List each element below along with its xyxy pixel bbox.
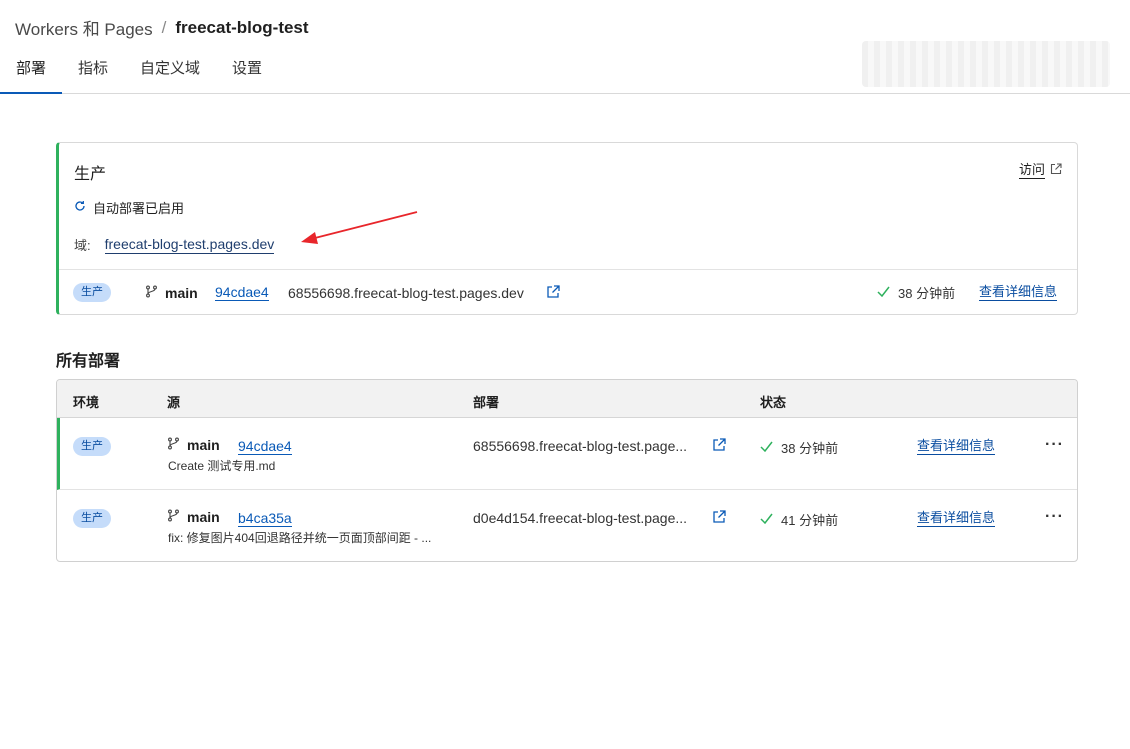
deployment-time: 38 分钟前 [781,441,839,456]
commit-message: fix: 修复图片404回退路径并统一页面顶部间距 - ... [168,531,432,545]
visit-label: 访问 [1018,162,1045,179]
header-deployment: 部署 [473,395,500,410]
deployment-status: 38 分钟前 [760,438,838,457]
auto-deploy-text: 自动部署已启用 [93,201,185,216]
tab-deployments[interactable]: 部署 [0,46,63,94]
branch-icon [167,437,180,453]
deployment-status: 38 分钟前 [877,283,955,302]
visit-link[interactable]: 访问 [1018,162,1062,179]
check-icon [877,285,890,300]
domain-label: 域: [74,238,91,253]
external-link-icon[interactable] [712,510,726,527]
deployment-url: d0e4d154.freecat-blog-test.page... [473,510,688,526]
environment-badge: 生产 [73,509,111,528]
check-icon [760,512,773,527]
branch-info: main [145,285,198,301]
breadcrumb-separator: / [161,17,167,37]
breadcrumb-parent-link[interactable]: Workers 和 Pages [15,15,153,40]
deployment-time: 41 分钟前 [781,513,839,528]
more-icon[interactable]: ··· [1045,508,1064,526]
view-details-link[interactable]: 查看详细信息 [917,438,996,455]
tab-bar: 部署 指标 自定义域 设置 [0,41,1130,94]
deployments-table: 环境 源 部署 状态 生产 main 94cdae4 Create 测试专用.m… [56,379,1078,562]
external-link-icon[interactable] [712,438,726,455]
branch-name: main [187,509,220,525]
production-title: 生产 [74,166,107,183]
arrow-annotation [301,211,418,244]
more-icon[interactable]: ··· [1045,436,1064,454]
environment-badge: 生产 [73,437,111,456]
blurred-region [862,41,1110,87]
branch-icon [167,509,180,525]
table-header: 环境 源 部署 状态 [57,380,1077,418]
branch-name: main [187,437,220,453]
tab-metrics[interactable]: 指标 [62,46,124,94]
environment-badge: 生产 [73,283,111,302]
deployment-url: 68556698.freecat-blog-test.pages.dev [288,284,524,301]
all-deployments-title: 所有部署 [56,353,121,370]
deployment-time: 38 分钟前 [898,286,956,301]
auto-deploy-status: 自动部署已启用 [74,198,184,217]
commit-message: Create 测试专用.md [168,459,276,473]
view-details-link[interactable]: 查看详细信息 [979,284,1058,301]
table-row: 生产 main 94cdae4 Create 测试专用.md 68556698.… [57,418,1077,490]
tab-settings[interactable]: 设置 [216,46,278,94]
branch-name: main [165,284,198,301]
breadcrumb: Workers 和 Pages / freecat-blog-test [15,15,309,40]
view-details-link[interactable]: 查看详细信息 [917,510,996,527]
external-link-icon [1050,163,1062,178]
commit-link[interactable]: b4ca35a [238,510,292,527]
external-link-icon[interactable] [546,285,560,302]
deployment-url: 68556698.freecat-blog-test.page... [473,438,688,454]
breadcrumb-current: freecat-blog-test [175,17,309,37]
branch-info: main [167,509,220,525]
production-deployment-row: 生产 main 94cdae4 68556698.freecat-blog-te… [59,270,1077,315]
commit-link[interactable]: 94cdae4 [215,284,269,301]
production-card: 生产 访问 自动部署已启用 域: freecat-blog-test.pages… [56,142,1078,315]
domain-link[interactable]: freecat-blog-test.pages.dev [104,236,275,254]
deployment-status: 41 分钟前 [760,510,838,529]
refresh-icon [74,200,86,215]
branch-info: main [167,437,220,453]
table-row: 生产 main b4ca35a fix: 修复图片404回退路径并统一页面顶部间… [57,490,1077,561]
domain-row: 域: freecat-blog-test.pages.dev [74,235,275,254]
check-icon [760,440,773,455]
header-status: 状态 [760,395,787,410]
tab-custom-domains[interactable]: 自定义域 [124,46,216,94]
branch-icon [145,285,158,301]
commit-link[interactable]: 94cdae4 [238,438,292,455]
header-source: 源 [167,395,181,410]
header-environment: 环境 [73,395,100,410]
